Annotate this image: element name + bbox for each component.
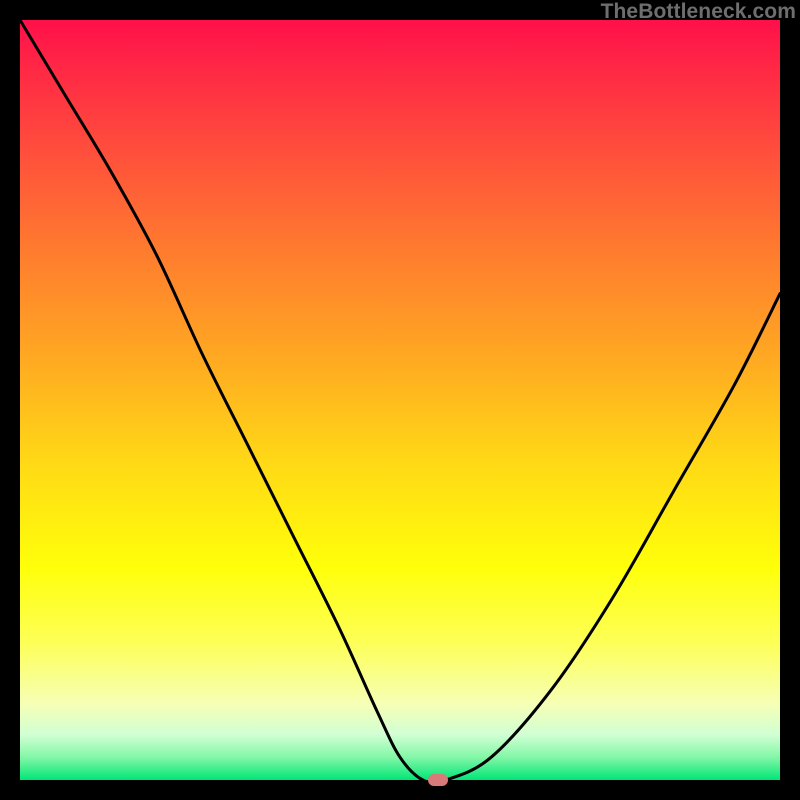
optimum-marker [428, 774, 448, 786]
chart-container: TheBottleneck.com [0, 0, 800, 800]
bottleneck-curve [20, 20, 780, 780]
plot-area [20, 20, 780, 780]
curve-path [20, 20, 780, 780]
